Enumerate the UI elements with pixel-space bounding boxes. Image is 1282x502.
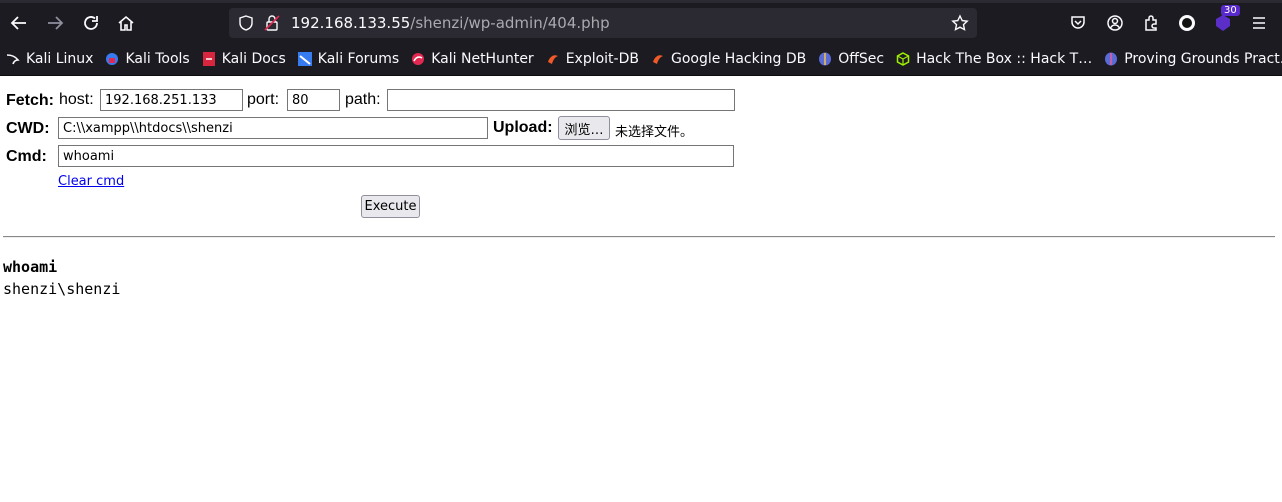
bookmark-hack-the-box[interactable]: Hack The Box :: Hack T… <box>896 51 1092 67</box>
bookmark-kali-forums[interactable]: Kali Forums <box>297 51 400 67</box>
host-label: host: <box>59 91 94 108</box>
kali-docs-icon <box>202 52 216 66</box>
kali-dragon-icon <box>6 52 20 66</box>
fetch-label: Fetch: <box>6 92 54 109</box>
port-input[interactable] <box>287 89 340 111</box>
bookmark-exploit-db[interactable]: Exploit-DB <box>546 51 639 67</box>
account-icon[interactable] <box>1101 9 1129 37</box>
output-command: whoami <box>3 258 58 276</box>
bookmark-label: Kali Docs <box>221 51 286 67</box>
extension-badge-count: 30 <box>1221 5 1240 16</box>
output-result: shenzi\shenzi <box>3 280 121 298</box>
kali-tools-icon <box>105 52 119 66</box>
bookmark-label: Hack The Box :: Hack T… <box>916 51 1093 67</box>
bookmarks-toolbar: Kali Linux Kali Tools Kali Docs Kali For… <box>0 43 1282 76</box>
cmd-label: Cmd: <box>6 148 47 165</box>
bookmark-kali-docs[interactable]: Kali Docs <box>202 51 286 67</box>
forward-icon[interactable] <box>41 9 69 37</box>
no-file-selected-text: 未选择文件。 <box>615 125 694 140</box>
bookmark-label: Kali NetHunter <box>431 51 534 67</box>
bookmark-offsec[interactable]: OffSec <box>818 51 884 67</box>
bookmark-label: OffSec <box>838 51 885 67</box>
bookmark-star-icon[interactable] <box>951 14 969 36</box>
url-text[interactable]: 192.168.133.55/shenzi/wp-admin/404.php <box>291 14 610 32</box>
bookmark-label: Proving Grounds Pract… <box>1124 51 1282 67</box>
bookmark-kali-linux[interactable]: Kali Linux <box>6 51 93 67</box>
kali-forums-icon <box>297 52 312 66</box>
menu-icon[interactable] <box>1245 9 1273 37</box>
extensions-icon[interactable] <box>1137 9 1165 37</box>
bookmark-kali-nethunter[interactable]: Kali NetHunter <box>411 51 534 67</box>
bookmark-label: Google Hacking DB <box>670 51 807 67</box>
browse-button[interactable]: 浏览… <box>558 116 610 140</box>
bookmark-kali-tools[interactable]: Kali Tools <box>105 51 190 67</box>
divider <box>3 236 1275 238</box>
clear-cmd-link[interactable]: Clear cmd <box>58 174 124 189</box>
cwd-input[interactable] <box>58 117 488 139</box>
nav-toolbar: 192.168.133.55/shenzi/wp-admin/404.php 3… <box>0 3 1282 43</box>
bookmark-label: Kali Linux <box>26 51 94 67</box>
execute-button[interactable]: Execute <box>361 195 420 218</box>
shield-icon[interactable] <box>237 14 255 36</box>
nethunter-icon <box>411 52 425 66</box>
extension-circle-icon[interactable] <box>1173 9 1201 37</box>
url-host: 192.168.133.55 <box>291 14 411 32</box>
exploit-db-icon <box>546 52 560 66</box>
url-bar[interactable]: 192.168.133.55/shenzi/wp-admin/404.php <box>229 8 977 38</box>
bookmark-proving-grounds[interactable]: Proving Grounds Pract… <box>1104 51 1282 67</box>
cwd-label: CWD: <box>6 120 50 137</box>
bookmark-label: Kali Tools <box>125 51 190 67</box>
path-input[interactable] <box>387 89 735 111</box>
pocket-icon[interactable] <box>1064 9 1092 37</box>
bookmark-google-hacking-db[interactable]: Google Hacking DB <box>651 51 806 67</box>
htb-icon <box>896 52 910 66</box>
path-label: path: <box>345 91 381 108</box>
reload-icon[interactable] <box>77 9 105 37</box>
extension-badge-icon[interactable]: 30 <box>1209 5 1240 37</box>
upload-label: Upload: <box>493 119 553 136</box>
host-input[interactable] <box>100 89 243 111</box>
home-icon[interactable] <box>112 9 140 37</box>
proving-grounds-icon <box>1104 52 1118 66</box>
browser-chrome: 192.168.133.55/shenzi/wp-admin/404.php 3… <box>0 0 1282 76</box>
offsec-icon <box>818 52 832 66</box>
bookmark-label: Kali Forums <box>317 51 400 67</box>
back-icon[interactable] <box>5 9 33 37</box>
insecure-lock-icon[interactable] <box>263 14 281 36</box>
url-path: /shenzi/wp-admin/404.php <box>410 14 610 32</box>
bookmark-label: Exploit-DB <box>565 51 639 67</box>
port-label: port: <box>247 91 280 108</box>
ghdb-icon <box>651 52 665 66</box>
cmd-input[interactable] <box>58 145 734 167</box>
